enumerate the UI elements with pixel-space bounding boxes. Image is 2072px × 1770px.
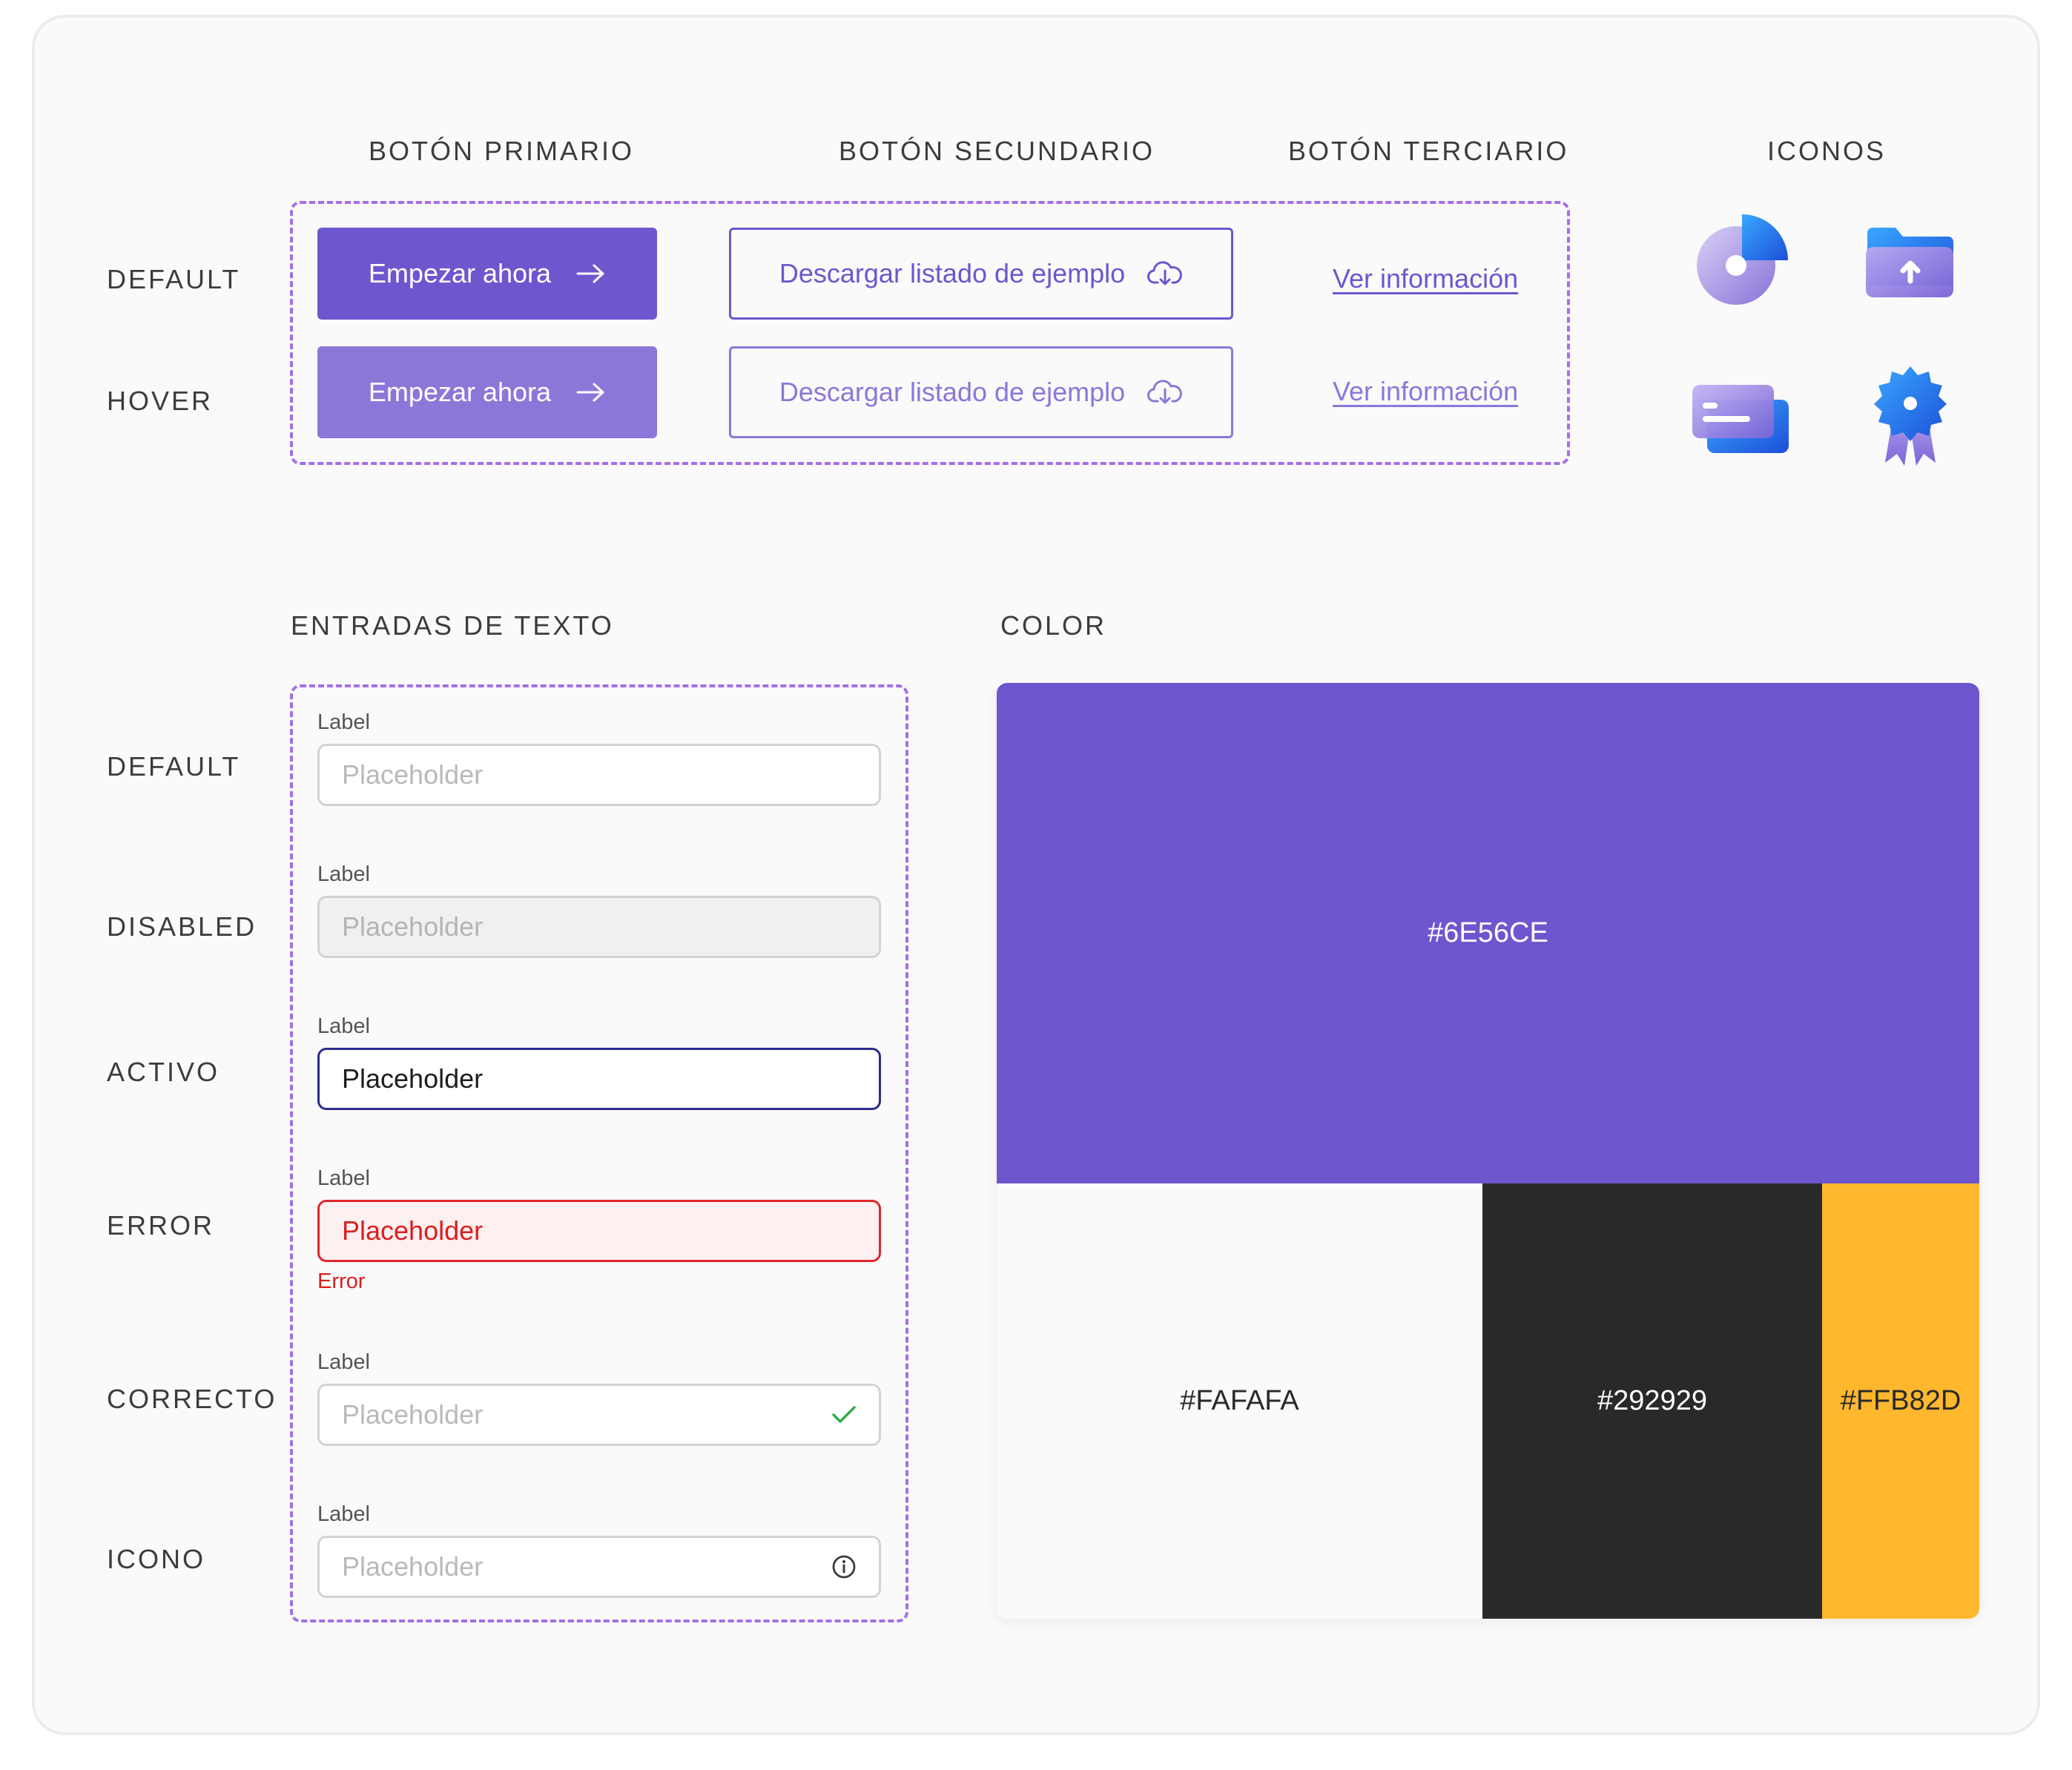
secondary-button-hover[interactable]: Descargar listado de ejemplo [729, 346, 1233, 438]
tertiary-link-hover[interactable]: Ver información [1333, 376, 1518, 407]
input-error[interactable]: Placeholder [317, 1200, 881, 1262]
color-swatch-primary: #6E56CE [997, 683, 1979, 1183]
secondary-button-default[interactable]: Descargar listado de ejemplo [729, 228, 1233, 320]
input-placeholder: Placeholder [342, 1551, 484, 1582]
award-badge-icon [1867, 365, 1953, 469]
error-message: Error [317, 1269, 366, 1293]
pie-chart-icon [1695, 210, 1798, 314]
field-label: Label [317, 1166, 370, 1190]
input-placeholder: Placeholder [342, 759, 484, 790]
secondary-button-label: Descargar listado de ejemplo [779, 258, 1126, 288]
arrow-right-icon [576, 382, 606, 403]
secondary-button-label: Descargar listado de ejemplo [779, 377, 1126, 407]
color-code: #6E56CE [1428, 917, 1548, 948]
row-label-hover: HOVER [107, 386, 214, 416]
input-placeholder: Placeholder [342, 911, 484, 942]
cloud-download-icon [1147, 260, 1183, 287]
header-text-inputs: ENTRADAS DE TEXTO [291, 610, 614, 641]
field-label: Label [317, 710, 370, 734]
text-inputs-group [290, 684, 908, 1622]
primary-button-hover[interactable]: Empezar ahora [317, 346, 657, 438]
cloud-download-icon [1147, 379, 1183, 406]
checkmark-icon [831, 1405, 857, 1424]
folder-upload-icon [1863, 226, 1959, 300]
color-code: #292929 [1597, 1385, 1707, 1416]
primary-button-default[interactable]: Empezar ahora [317, 228, 657, 320]
primary-button-label: Empezar ahora [368, 377, 552, 407]
field-label: Label [317, 1350, 370, 1374]
row-label-input-default: DEFAULT [107, 751, 241, 782]
input-correct[interactable]: Placeholder [317, 1384, 881, 1446]
input-value: Placeholder [342, 1063, 484, 1094]
header-icons: ICONOS [1767, 136, 1887, 166]
info-icon[interactable] [831, 1554, 857, 1579]
header-tertiary-button: BOTÓN TERCIARIO [1288, 136, 1569, 166]
input-default[interactable]: Placeholder [317, 744, 881, 806]
header-primary-button: BOTÓN PRIMARIO [369, 136, 635, 166]
field-label: Label [317, 1014, 370, 1038]
color-code: #FFB82D [1840, 1385, 1962, 1416]
input-placeholder: Placeholder [342, 1399, 484, 1430]
color-palette: #6E56CE #FAFAFA #292929 #FFB82D [997, 683, 1979, 1619]
arrow-right-icon [576, 263, 606, 284]
row-label-input-error: ERROR [107, 1210, 215, 1241]
header-secondary-button: BOTÓN SECUNDARIO [839, 136, 1155, 166]
input-with-icon[interactable]: Placeholder [317, 1536, 881, 1598]
input-value: Placeholder [342, 1215, 484, 1246]
field-label: Label [317, 862, 370, 886]
tertiary-link-default[interactable]: Ver información [1333, 263, 1518, 294]
header-color: COLOR [1000, 610, 1107, 641]
row-label-input-icon: ICONO [107, 1544, 206, 1574]
row-label-default: DEFAULT [107, 264, 241, 294]
color-swatch-light: #FAFAFA [997, 1183, 1482, 1619]
color-code: #FAFAFA [1180, 1385, 1299, 1416]
input-disabled: Placeholder [317, 896, 881, 958]
row-label-input-active: ACTIVO [107, 1057, 220, 1087]
cards-icon [1691, 382, 1791, 456]
input-active[interactable]: Placeholder [317, 1048, 881, 1110]
row-label-input-correct: CORRECTO [107, 1384, 277, 1414]
row-label-input-disabled: DISABLED [107, 911, 257, 942]
color-swatch-dark: #292929 [1482, 1183, 1822, 1619]
field-label: Label [317, 1502, 370, 1526]
color-swatch-accent: #FFB82D [1822, 1183, 1979, 1619]
primary-button-label: Empezar ahora [368, 258, 552, 288]
